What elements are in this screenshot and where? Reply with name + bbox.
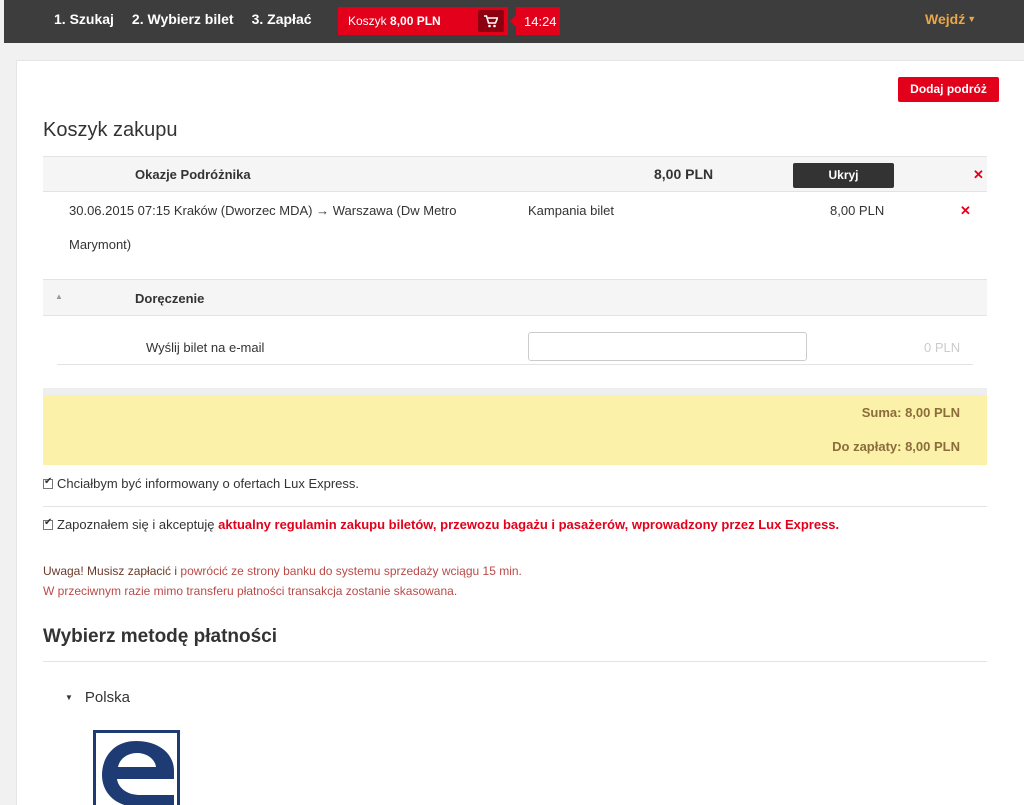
warning-line1b: powrócić ze strony banku do systemu sprz… [180, 564, 522, 578]
cart-amount: 8,00 PLN [390, 14, 441, 28]
email-input[interactable] [528, 332, 807, 361]
add-trip-button[interactable]: Dodaj podróż [898, 77, 999, 102]
divider [43, 506, 987, 507]
group-price: 8,00 PLN [654, 166, 714, 182]
separator [43, 388, 987, 395]
terms-checkbox[interactable] [43, 517, 53, 530]
page-title: Koszyk zakupu [43, 119, 178, 141]
cart-group-header: Okazje Podróżnika 8,00 PLN Ukryj ✕ [43, 156, 987, 192]
payment-warning: Uwaga! Musisz zapłacić i powrócić ze str… [43, 561, 522, 601]
delivery-header[interactable]: ▲ Doręczenie [43, 280, 987, 316]
terms-link[interactable]: aktualny regulamin zakupu biletów, przew… [218, 517, 839, 532]
trip-route: 30.06.2015 07:15 Kraków (Dworzec MDA) → … [69, 203, 457, 252]
payment-method-title: Wybierz metodę płatności [43, 626, 278, 647]
bank-logo-icon[interactable] [93, 730, 180, 805]
warning-line1a: Uwaga! Musisz zapłacić i [43, 564, 181, 578]
summary-box: Suma: 8,00 PLN Do zapłaty: 8,00 PLN [43, 395, 987, 465]
step-choose-ticket[interactable]: 2. Wybierz bilet [132, 11, 234, 27]
step-pay[interactable]: 3. Zapłać [252, 11, 312, 27]
sum-total: Suma: 8,00 PLN [861, 405, 960, 420]
collapse-caret-icon[interactable]: ▲ [55, 292, 63, 301]
top-navbar: 1. Szukaj 2. Wybierz bilet 3. Zapłać Kos… [4, 0, 1024, 43]
amount-to-pay: Do zapłaty: 8,00 PLN [832, 439, 960, 454]
shopping-cart-icon [478, 10, 504, 32]
warning-line2: W przeciwnym razie mimo transferu płatno… [43, 584, 458, 598]
group-name: Okazje Podróżnika [135, 167, 251, 182]
delivery-title: Doręczenie [135, 291, 205, 306]
cart-label: Koszyk [348, 14, 387, 28]
caret-down-icon: ▼ [967, 14, 977, 24]
email-delivery-price: 0 PLN [924, 340, 961, 355]
country-toggle[interactable]: ▼ Polska [65, 689, 130, 706]
cart-button[interactable]: Koszyk 8,00 PLN [338, 7, 508, 35]
divider [43, 661, 987, 662]
country-name: Polska [84, 689, 130, 706]
email-delivery-label: Wyślij bilet na e-mail [146, 340, 265, 355]
caret-down-icon: ▼ [65, 693, 73, 702]
hide-button[interactable]: Ukryj [793, 163, 894, 188]
session-timer: 14:24 [510, 7, 560, 35]
login-dropdown[interactable]: Wejdź ▼ [925, 11, 976, 27]
main-content: Dodaj podróż Koszyk zakupu Okazje Podróż… [16, 60, 1024, 805]
newsletter-label: Chciałbym być informowany o ofertach Lux… [57, 476, 360, 491]
checkout-steps: 1. Szukaj 2. Wybierz bilet 3. Zapłać [54, 11, 312, 27]
newsletter-checkbox[interactable] [43, 476, 53, 489]
terms-consent[interactable]: Zapoznałem się i akceptuję aktualny regu… [43, 517, 987, 532]
remove-trip-icon[interactable]: ✕ [960, 203, 971, 219]
terms-label: Zapoznałem się i akceptuję [57, 517, 215, 532]
login-label: Wejdź [925, 11, 966, 27]
delivery-email-row: Wyślij bilet na e-mail 0 PLN [57, 316, 973, 365]
step-search[interactable]: 1. Szukaj [54, 11, 114, 27]
trip-ticket-type: Kampania bilet [528, 203, 614, 218]
trip-price: 8,00 PLN [830, 203, 885, 218]
remove-group-icon[interactable]: ✕ [973, 167, 984, 183]
newsletter-consent[interactable]: Chciałbym być informowany o ofertach Lux… [43, 476, 987, 491]
trip-row: 30.06.2015 07:15 Kraków (Dworzec MDA) → … [43, 192, 987, 280]
